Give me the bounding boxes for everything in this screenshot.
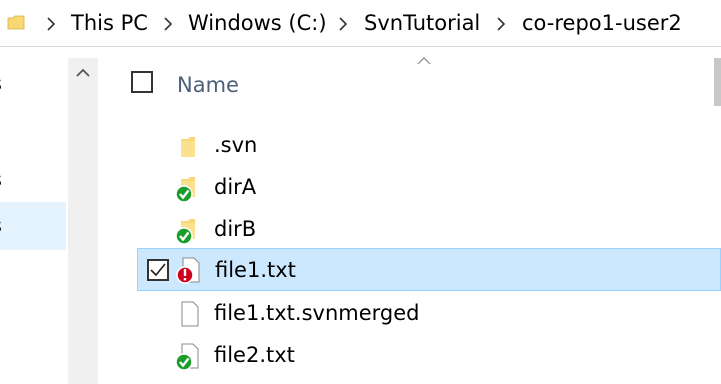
scroll-up-arrow-icon[interactable] [76,68,90,78]
file-name: file1.txt.svnmerged [214,301,420,325]
folder-icon [7,15,25,30]
nav-item[interactable]: s [0,63,66,105]
file-name: file1.txt [215,258,296,282]
chevron-right-icon[interactable] [496,17,506,31]
folder-icon [181,137,195,157]
breadcrumb-svntutorial[interactable]: SvnTutorial [364,10,480,36]
navigation-pane: s s s [0,47,68,384]
list-item[interactable]: .svn [137,125,721,165]
address-bar[interactable]: This PC Windows (C:) SvnTutorial co-repo… [0,0,721,47]
list-item-selected[interactable]: file1.txt [137,248,721,291]
svn-normal-overlay-icon [175,227,193,245]
breadcrumb-windows-c[interactable]: Windows (C:) [188,10,327,36]
list-item[interactable]: dirA [137,167,721,207]
file-icon [181,301,199,327]
nav-scrollbar[interactable] [68,58,98,384]
chevron-right-icon[interactable] [338,17,348,31]
row-checkbox[interactable] [147,259,169,281]
svn-normal-overlay-icon [175,353,193,371]
select-all-checkbox[interactable] [131,71,153,93]
file-name: file2.txt [214,343,295,367]
breadcrumb-this-pc[interactable]: This PC [71,10,148,36]
nav-item-selected[interactable]: s [0,202,66,250]
file-name: .svn [214,133,258,157]
list-scrollbar-thumb[interactable] [714,58,721,106]
nav-item[interactable]: s [0,159,66,201]
file-name: dirB [214,217,257,241]
list-item[interactable]: file2.txt [137,335,721,375]
list-item[interactable]: file1.txt.svnmerged [137,293,721,333]
breadcrumb-co-repo1-user2[interactable]: co-repo1-user2 [522,10,682,36]
chevron-right-icon[interactable] [46,17,56,31]
sort-ascending-icon [417,57,431,65]
file-name: dirA [214,175,257,199]
checkmark-icon [150,263,166,277]
list-item[interactable]: dirB [137,209,721,249]
svn-conflict-overlay-icon [176,266,194,284]
svn-normal-overlay-icon [175,185,193,203]
column-header-name[interactable]: Name [177,71,239,99]
chevron-right-icon[interactable] [163,17,173,31]
